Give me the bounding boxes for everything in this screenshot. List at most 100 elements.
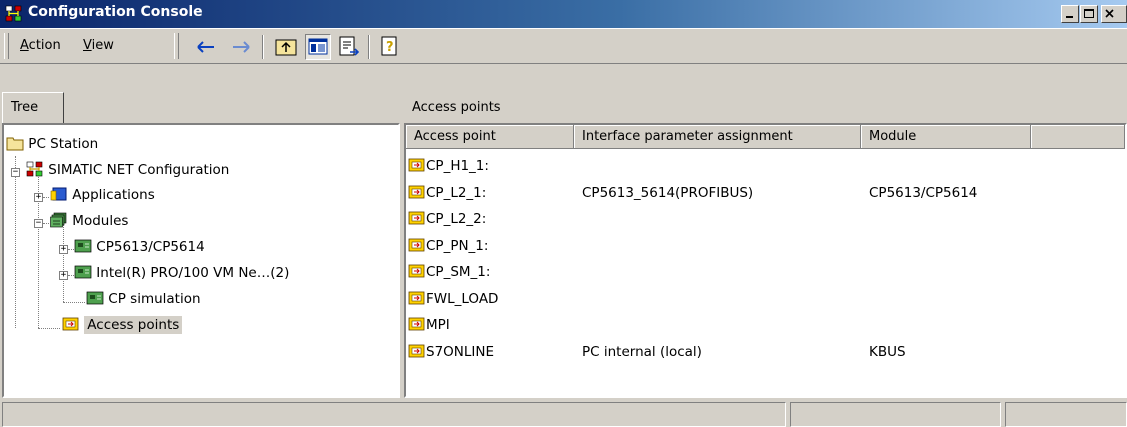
status-panel-2: [790, 402, 1001, 427]
tree-connector: [43, 223, 49, 224]
access-point-name: CP_L2_2:: [426, 211, 487, 227]
tree-node-intel[interactable]: Intel(R) PRO/100 VM Ne…(2): [74, 262, 289, 284]
up-folder-icon: [275, 39, 297, 56]
list-cell-module: KBUS: [869, 343, 906, 360]
tree-expander[interactable]: +: [59, 271, 68, 280]
list-row-access-point[interactable]: S7ONLINE: [408, 341, 494, 363]
list-row-access-point[interactable]: FWL_LOAD: [408, 288, 498, 310]
tree-node-simatic-net[interactable]: SIMATIC NET Configuration: [26, 159, 229, 181]
access-points-list[interactable]: Access point Interface parameter assignm…: [404, 123, 1127, 398]
tree-node-access-points[interactable]: Access points: [62, 314, 183, 336]
tree-expander[interactable]: −: [34, 219, 43, 228]
column-header-empty[interactable]: [1031, 125, 1125, 149]
list-row-access-point[interactable]: CP_L2_2:: [408, 208, 486, 230]
list-cell-module: CP5613/CP5614: [869, 184, 978, 201]
access-point-name: CP_L2_1:: [426, 184, 487, 201]
module-card-icon: [74, 239, 92, 253]
tree-label: SIMATIC NET Configuration: [48, 162, 230, 178]
column-header-label: Module: [869, 129, 917, 144]
tree-label: Modules: [72, 213, 129, 229]
access-point-icon: [408, 185, 425, 198]
tree-node-applications[interactable]: Applications: [50, 184, 155, 206]
access-point-name: FWL_LOAD: [426, 290, 499, 307]
list-row-access-point[interactable]: CP_PN_1:: [408, 235, 488, 257]
access-point-icon: [408, 158, 425, 172]
list-pane-header: Access points: [404, 94, 1127, 121]
modules-icon: [50, 212, 67, 228]
tree-connector: [38, 328, 60, 329]
export-list-button[interactable]: [336, 34, 362, 60]
network-config-icon: [26, 161, 43, 177]
forward-arrow-icon: [233, 41, 250, 53]
column-header-assignment[interactable]: Interface parameter assignment: [574, 125, 861, 149]
tree-pane[interactable]: PC Station − SIMATIC NET Configuration +…: [2, 123, 400, 398]
list-cell-assignment: CP5613_5614(PROFIBUS): [582, 184, 754, 201]
access-point-name: MPI: [426, 317, 450, 333]
list-cell-assignment: PC internal (local): [582, 343, 702, 360]
tree-node-cp-simulation[interactable]: CP simulation: [86, 288, 201, 310]
tree-connector: [43, 197, 49, 198]
toolbar-grip-2[interactable]: [174, 33, 179, 59]
export-list-icon: [339, 36, 360, 56]
access-point-icon: [408, 344, 425, 357]
window-title: Configuration Console: [28, 4, 203, 20]
list-row-access-point[interactable]: CP_L2_1:: [408, 182, 486, 204]
toolbar-grip[interactable]: [4, 33, 9, 59]
show-tree-icon: [308, 38, 328, 55]
list-row-access-point[interactable]: MPI: [408, 314, 450, 336]
tree-label: CP5613/CP5614: [96, 239, 205, 255]
maximize-icon: [1084, 9, 1094, 18]
column-header-label: Access point: [414, 129, 496, 144]
tree-expander[interactable]: −: [11, 168, 20, 177]
tree-connector: [63, 224, 64, 302]
module-card-icon: [74, 265, 92, 279]
module-card-icon: [86, 291, 104, 305]
up-one-level-button[interactable]: [273, 34, 299, 60]
access-point-icon: [408, 264, 425, 278]
column-header-label: Interface parameter assignment: [582, 129, 793, 144]
status-bar: [0, 400, 1127, 427]
tree-label: Intel(R) PRO/100 VM Ne…(2): [96, 265, 290, 281]
forward-button[interactable]: [228, 34, 254, 60]
back-arrow-icon: [197, 41, 214, 53]
list-row-access-point[interactable]: CP_SM_1:: [408, 261, 490, 283]
access-point-name: CP_PN_1:: [426, 237, 489, 254]
tab-tree-label: Tree: [11, 100, 39, 115]
access-point-icon: [408, 291, 425, 304]
tree-node-modules[interactable]: Modules: [50, 210, 128, 232]
access-point-icon: [408, 317, 425, 331]
back-button[interactable]: [193, 34, 219, 60]
toolbar-separator: [262, 35, 264, 59]
status-panel-main: [2, 402, 786, 427]
help-icon: ?: [381, 36, 397, 56]
tree-label: Applications: [72, 187, 155, 203]
list-row-access-point[interactable]: CP_H1_1:: [408, 155, 489, 177]
menu-view-rest: iew: [91, 38, 114, 53]
minimize-icon: [1066, 16, 1073, 18]
tree-label: CP simulation: [108, 291, 201, 307]
help-button[interactable]: ?: [377, 34, 403, 60]
minimize-button[interactable]: [1061, 5, 1079, 23]
menu-view[interactable]: View: [83, 38, 114, 53]
tree-expander[interactable]: +: [34, 193, 43, 202]
menu-action[interactable]: Action: [20, 38, 61, 53]
tab-tree[interactable]: Tree: [2, 92, 64, 123]
title-bar[interactable]: Configuration Console: [0, 0, 1127, 28]
column-header-module[interactable]: Module: [861, 125, 1031, 149]
access-point-name: CP_H1_1:: [426, 158, 489, 174]
show-hide-tree-button[interactable]: [305, 34, 331, 60]
tree-node-pc-station[interactable]: PC Station: [6, 133, 98, 155]
maximize-button[interactable]: [1080, 5, 1098, 23]
column-header-access-point[interactable]: Access point: [406, 125, 574, 149]
toolbar-separator-2: [368, 35, 370, 59]
tree-node-cp5613[interactable]: CP5613/CP5614: [74, 236, 205, 258]
menu-toolbar: Action View ?: [0, 28, 1127, 64]
tree-expander[interactable]: +: [59, 245, 68, 254]
tree-connector: [63, 302, 85, 303]
folder-icon: [6, 137, 24, 151]
access-point-icon: [62, 317, 79, 331]
tree-connector: [15, 156, 16, 328]
tree-label-selected: Access points: [84, 316, 183, 334]
list-pane-title: Access points: [412, 100, 501, 115]
close-button[interactable]: [1101, 5, 1127, 23]
